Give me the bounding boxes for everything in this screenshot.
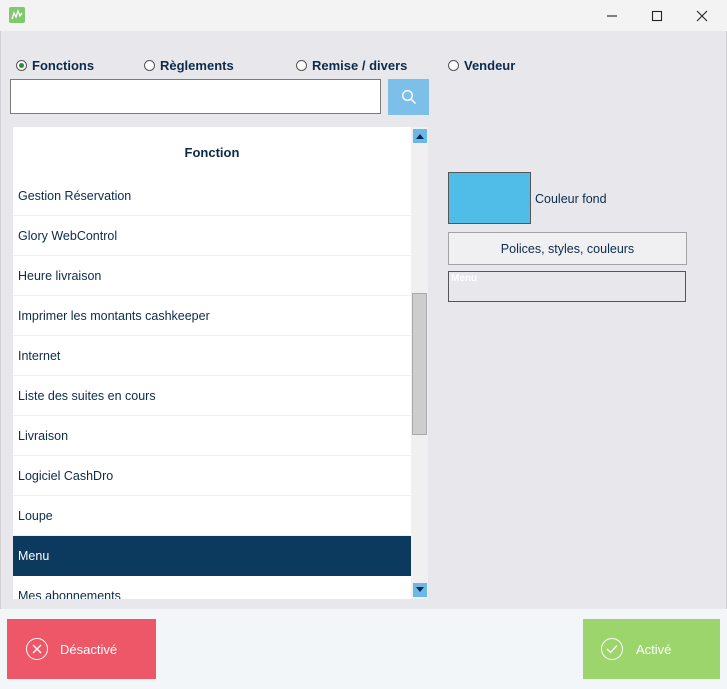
activate-button[interactable]: Activé: [583, 619, 720, 679]
list-item[interactable]: Imprimer les montants cashkeeper: [13, 296, 411, 336]
list-item[interactable]: Heure livraison: [13, 256, 411, 296]
list-header: Fonction: [184, 144, 240, 160]
check-circle-icon: [601, 638, 623, 660]
radio-vendeur[interactable]: Vendeur: [448, 57, 515, 73]
radio-label: Fonctions: [32, 57, 95, 73]
x-circle-icon: [26, 638, 48, 660]
radio-indicator[interactable]: [448, 59, 459, 71]
background-color-label: Couleur fond: [535, 192, 607, 206]
activate-label: Activé: [636, 641, 672, 657]
scroll-up-button[interactable]: [413, 129, 427, 143]
list-scrollbar[interactable]: [411, 127, 428, 599]
radio-indicator[interactable]: [296, 59, 307, 71]
list-item[interactable]: Internet: [13, 336, 411, 376]
deactivate-label: Désactivé: [60, 641, 118, 657]
title-bar: [0, 0, 727, 31]
preview-label: Menu: [451, 273, 478, 284]
radio-label: Vendeur: [464, 57, 516, 73]
list-item[interactable]: Loupe: [13, 496, 411, 536]
app-icon: [9, 7, 25, 23]
maximize-icon: [651, 10, 663, 21]
function-list[interactable]: Fonction Gestion Réservation Glory WebCo…: [13, 127, 411, 599]
radio-remise-divers[interactable]: Remise / divers: [296, 57, 407, 73]
list-items: Gestion Réservation Glory WebControl Heu…: [13, 176, 411, 599]
list-item[interactable]: Liste des suites en cours: [13, 376, 411, 416]
scroll-thumb[interactable]: [412, 293, 427, 435]
list-item[interactable]: Glory WebControl: [13, 216, 411, 256]
maximize-button[interactable]: [634, 0, 680, 31]
radio-label: Remise / divers: [312, 57, 408, 73]
radio-label: Règlements: [160, 57, 234, 73]
list-item[interactable]: Mes abonnements: [13, 576, 411, 600]
minimize-icon: [607, 14, 617, 17]
arrow-up-icon: [416, 134, 424, 139]
minimize-button[interactable]: [589, 0, 635, 31]
background-color-swatch[interactable]: [448, 172, 531, 224]
close-button[interactable]: [679, 0, 725, 31]
fonts-styles-colors-button[interactable]: Polices, styles, couleurs: [448, 232, 687, 265]
radio-reglements[interactable]: Règlements: [144, 57, 234, 73]
search-input[interactable]: [10, 79, 381, 114]
radio-fonctions[interactable]: Fonctions: [16, 57, 94, 73]
list-item-selected[interactable]: Menu: [13, 536, 411, 576]
search-button[interactable]: [388, 79, 429, 115]
close-icon: [696, 10, 708, 21]
radio-indicator[interactable]: [144, 59, 155, 71]
deactivate-button[interactable]: Désactivé: [7, 619, 156, 679]
list-item[interactable]: Livraison: [13, 416, 411, 456]
arrow-down-icon: [416, 587, 424, 592]
button-preview: Menu: [448, 271, 686, 302]
scroll-down-button[interactable]: [413, 583, 427, 597]
search-icon: [401, 89, 416, 104]
list-item[interactable]: Logiciel CashDro: [13, 456, 411, 496]
radio-indicator[interactable]: [16, 59, 27, 71]
list-item[interactable]: Gestion Réservation: [13, 176, 411, 216]
